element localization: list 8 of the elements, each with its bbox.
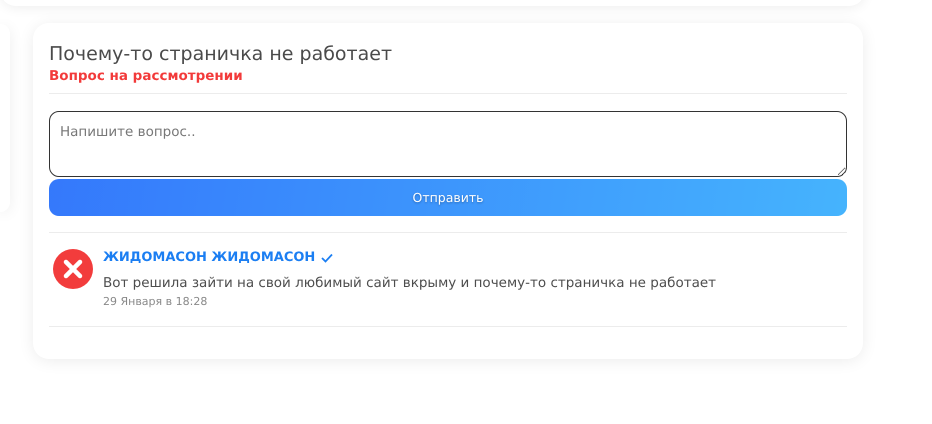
send-button[interactable]: Отправить — [49, 179, 847, 216]
question-status: Вопрос на рассмотрении — [49, 67, 244, 85]
author-name: ЖИДОМАСОН ЖИДОМАСОН — [103, 249, 316, 267]
question-title: Почему-то страничка не работает — [49, 42, 394, 67]
comment-text: Вот решила зайти на свой любимый сайт вкрыму и почему-то страничка не работает — [103, 274, 716, 292]
question-field[interactable]: Напишите вопрос.. — [49, 111, 847, 177]
comment-date: 29 Января в 18:28 — [103, 295, 208, 308]
error-icon — [53, 249, 93, 289]
